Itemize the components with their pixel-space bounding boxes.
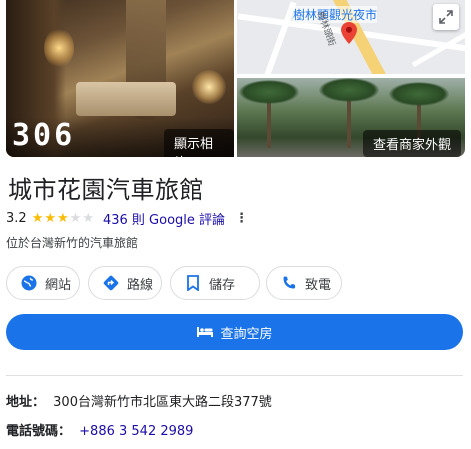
rating-row: 3.2 ★★★★★ 436 則 Google 評論 ⋮	[6, 209, 248, 228]
directions-button[interactable]: 路線	[88, 266, 162, 300]
photo-decor	[389, 82, 449, 106]
bed-icon	[196, 326, 214, 338]
address-row: 地址： 300台灣新竹市北區東大路二段377號	[6, 391, 272, 410]
phone-icon	[281, 275, 297, 291]
business-category: 位於台灣新竹的汽車旅館	[6, 236, 139, 250]
map-poi-label: 樹林頭觀光夜市	[293, 6, 378, 23]
globe-icon	[21, 275, 37, 291]
directions-icon	[103, 275, 119, 291]
phone-row: 電話號碼： +886 3 542 2989	[6, 420, 193, 439]
save-button[interactable]: 儲存	[170, 266, 260, 300]
star-icon: ★	[31, 211, 44, 226]
reviews-link[interactable]: 436 則 Google 評論	[103, 209, 225, 228]
phone-value[interactable]: +886 3 542 2989	[79, 424, 193, 439]
view-exterior-button[interactable]: 查看商家外觀	[363, 130, 462, 157]
check-availability-button[interactable]: 查詢空房	[6, 314, 463, 350]
star-icon: ★	[57, 211, 69, 226]
more-options-icon[interactable]: ⋮	[235, 211, 248, 226]
photo-decor	[76, 82, 176, 116]
rating-stars: ★★★★★	[32, 211, 95, 226]
rating-value: 3.2	[6, 211, 27, 226]
photo-exterior[interactable]: 查看商家外觀	[237, 78, 465, 157]
website-label: 網站	[45, 277, 72, 293]
address-label: 地址：	[6, 395, 46, 410]
expand-map-button[interactable]	[433, 4, 459, 30]
photo-decor	[44, 28, 74, 68]
photo-main-room[interactable]: 306 顯示相片	[6, 0, 234, 157]
show-photos-button[interactable]: 顯示相片	[164, 129, 234, 157]
call-label: 致電	[305, 277, 332, 293]
photo-decor	[192, 70, 226, 104]
directions-label: 路線	[127, 277, 154, 293]
room-number-overlay: 306	[12, 118, 76, 153]
star-icon: ★	[44, 211, 56, 226]
website-button[interactable]: 網站	[6, 266, 80, 300]
save-label: 儲存	[209, 277, 236, 293]
map-pin-icon	[341, 22, 357, 44]
photo-decor	[239, 80, 299, 104]
business-name: 城市花園汽車旅館	[8, 176, 204, 204]
bookmark-icon	[185, 275, 201, 291]
photo-decor	[319, 78, 379, 102]
check-availability-label: 查詢空房	[220, 326, 273, 342]
star-icon: ★	[82, 211, 94, 226]
divider	[6, 375, 463, 376]
expand-icon	[439, 10, 453, 24]
phone-label: 電話號碼：	[6, 424, 72, 439]
call-button[interactable]: 致電	[266, 266, 342, 300]
star-icon: ★	[69, 211, 82, 226]
map-thumbnail[interactable]: 樹林頭觀光夜市 樹林頭街	[237, 0, 465, 74]
map-road	[263, 1, 297, 74]
address-value[interactable]: 300台灣新竹市北區東大路二段377號	[53, 395, 272, 410]
